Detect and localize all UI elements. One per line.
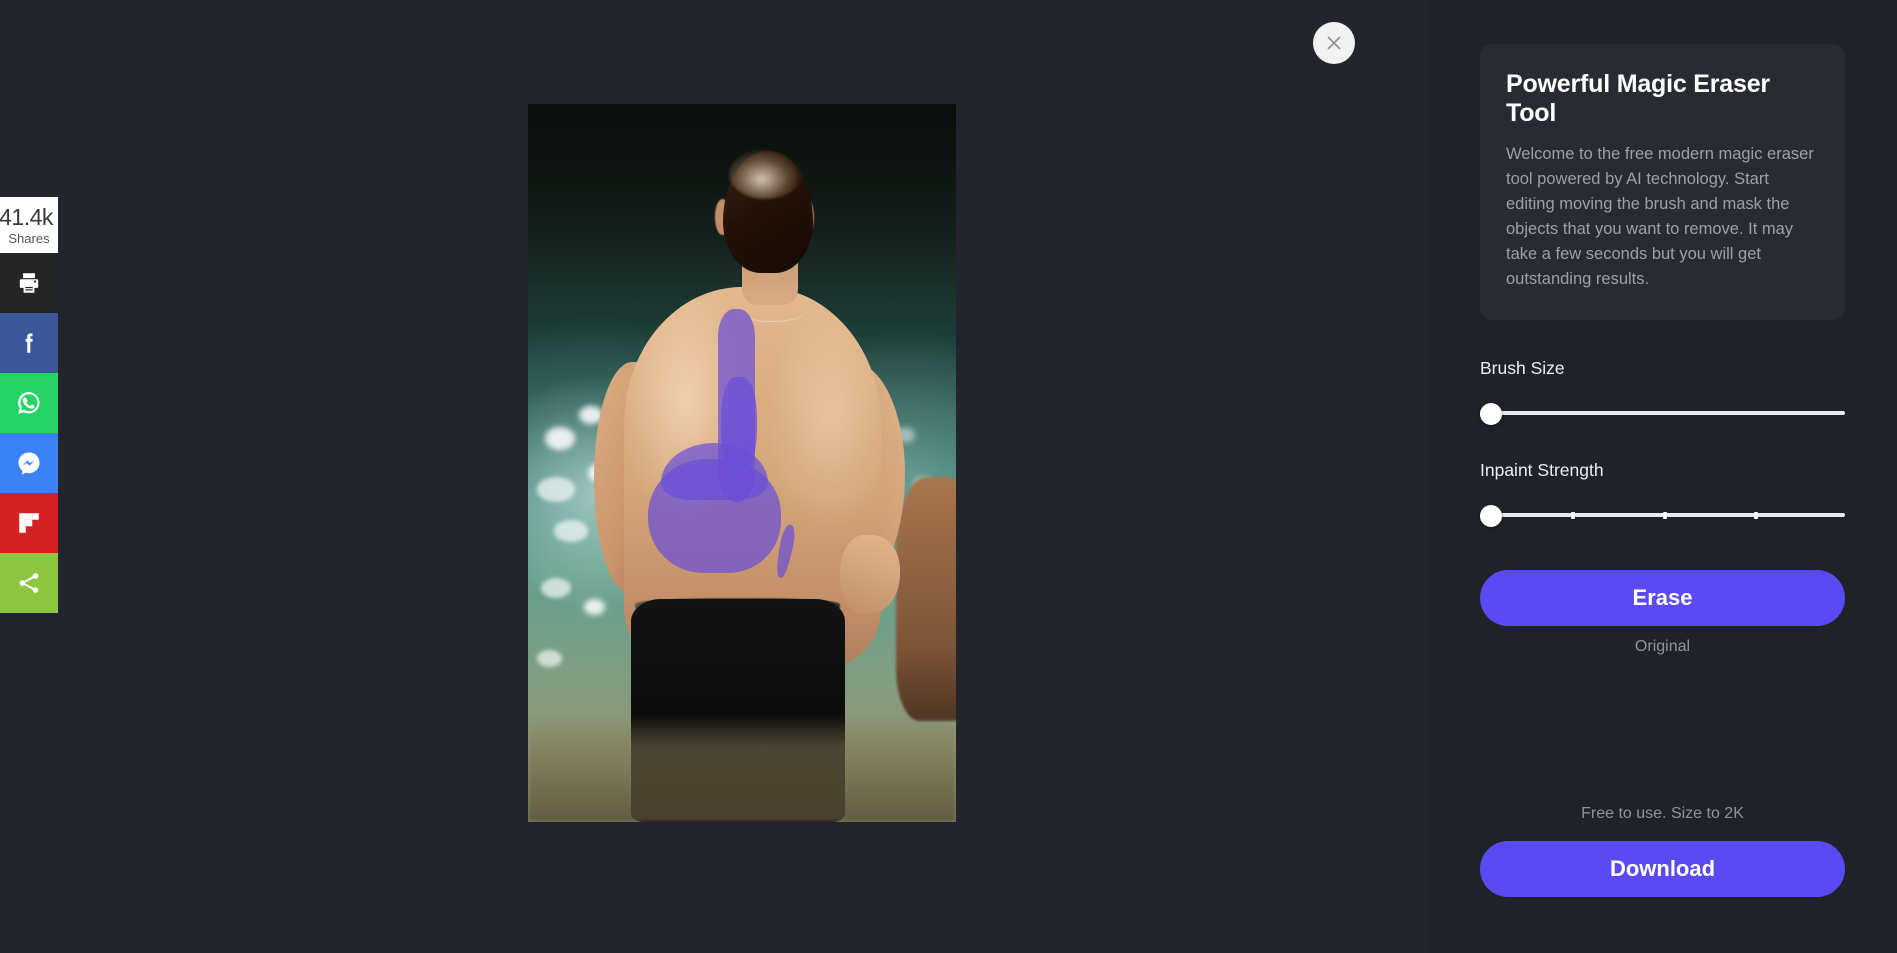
facebook-share-button[interactable]	[0, 313, 58, 373]
hand-on-hip	[840, 534, 901, 614]
source-photo	[528, 104, 956, 822]
original-toggle[interactable]: Original	[1480, 638, 1845, 656]
whatsapp-icon	[15, 389, 43, 417]
messenger-share-button[interactable]	[0, 433, 58, 493]
inpaint-strength-thumb[interactable]	[1480, 505, 1502, 528]
print-icon	[16, 270, 42, 296]
background-person	[896, 477, 956, 722]
erase-button[interactable]: Erase	[1480, 570, 1845, 627]
brush-size-thumb[interactable]	[1480, 403, 1502, 426]
messenger-icon	[15, 449, 43, 477]
close-icon	[1324, 33, 1344, 53]
share-count: 41.4k Shares	[0, 197, 58, 253]
share-icon	[16, 570, 42, 596]
magic-eraser-app: 41.4k Shares Powerful Magic Eraser Tool …	[0, 0, 1897, 953]
share-count-label: Shares	[8, 230, 50, 246]
download-button[interactable]: Download	[1480, 841, 1845, 897]
info-card: Powerful Magic Eraser Tool Welcome to th…	[1480, 44, 1845, 321]
info-description: Welcome to the free modern magic eraser …	[1506, 145, 1814, 289]
brush-size-label: Brush Size	[1480, 358, 1565, 379]
slider-tick	[1571, 511, 1576, 519]
free-to-use-note: Free to use. Size to 2K	[1581, 805, 1744, 822]
brush-size-control: Brush Size	[1480, 358, 1845, 426]
facebook-icon	[16, 330, 42, 356]
print-button[interactable]	[0, 253, 58, 313]
share-button[interactable]	[0, 553, 58, 613]
foreground-rocks	[528, 714, 956, 822]
inpaint-strength-control: Inpaint Strength	[1480, 460, 1845, 528]
inpaint-strength-label: Inpaint Strength	[1480, 460, 1604, 481]
whatsapp-share-button[interactable]	[0, 373, 58, 433]
flipboard-share-button[interactable]	[0, 493, 58, 553]
editor-area	[0, 0, 1428, 953]
slider-track[interactable]	[1480, 411, 1845, 416]
info-title: Powerful Magic Eraser Tool	[1506, 70, 1770, 127]
download-section: Free to use. Size to 2K Download	[1480, 805, 1845, 897]
brush-size-slider[interactable]	[1480, 403, 1845, 426]
tool-sidebar: Powerful Magic Eraser Tool Welcome to th…	[1428, 0, 1897, 953]
flipboard-icon	[16, 510, 42, 536]
inpaint-strength-slider[interactable]	[1480, 505, 1845, 528]
mask-stroke	[647, 459, 781, 573]
social-share-rail: 41.4k Shares	[0, 197, 58, 613]
slider-tick	[1753, 511, 1758, 519]
slider-tick	[1662, 511, 1667, 519]
close-button[interactable]	[1313, 22, 1355, 64]
hair-highlight	[729, 148, 802, 199]
image-canvas[interactable]	[528, 104, 956, 822]
share-count-number: 41.4k	[0, 203, 53, 230]
